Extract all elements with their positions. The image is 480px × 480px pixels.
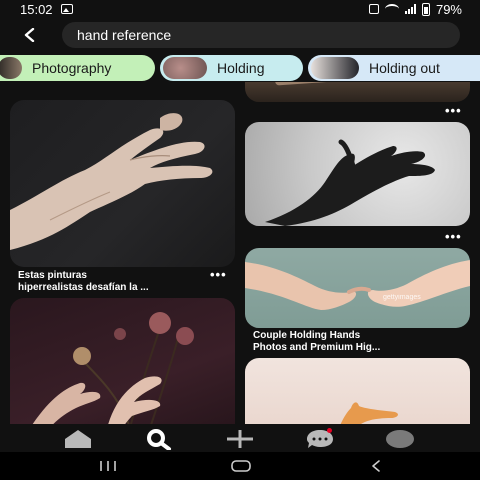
pin-more-button[interactable]: ••• — [445, 230, 462, 243]
pin-grid: ••• Estas pinturas hiperrealistas desafí… — [0, 82, 480, 424]
status-time: 15:02 — [20, 1, 53, 17]
battery-icon — [421, 2, 430, 16]
pin-title-line: Estas pinturas — [18, 270, 87, 281]
nav-home[interactable] — [62, 428, 94, 450]
recent-apps-icon — [100, 461, 116, 471]
pin-more-button[interactable]: ••• — [210, 268, 227, 281]
signal-icon — [404, 4, 416, 14]
screenshot-icon — [368, 4, 379, 14]
back-arrow-icon — [24, 27, 35, 43]
pin-image[interactable] — [10, 298, 235, 424]
chip-thumbnail — [0, 57, 22, 79]
status-right: 79% — [368, 1, 462, 17]
pin-image[interactable] — [10, 100, 235, 267]
pin-title-line: Photos and Premium Hig... — [253, 342, 381, 353]
nav-search[interactable] — [143, 428, 175, 450]
chip-thumbnail — [311, 57, 359, 79]
filter-chips: Photography Holding Holding out — [0, 55, 480, 81]
pin-more-button[interactable]: ••• — [445, 104, 462, 117]
pin-title-line: Couple Holding Hands — [253, 330, 361, 341]
home-icon — [65, 430, 91, 448]
home-button[interactable] — [229, 458, 253, 474]
pin-image[interactable] — [245, 122, 470, 226]
recent-apps-button[interactable] — [96, 458, 120, 474]
search-input[interactable]: hand reference — [62, 22, 460, 48]
hand-illustration — [340, 402, 398, 424]
back-chevron-icon — [372, 460, 380, 472]
hand-illustration — [265, 139, 435, 226]
system-nav-bar — [0, 452, 480, 480]
add-icon — [227, 430, 253, 448]
search-icon — [147, 429, 171, 450]
pin-title-line: hiperrealistas desafían la ... — [18, 282, 149, 293]
chip-label: Photography — [32, 60, 112, 76]
notification-dot — [327, 428, 332, 433]
chip-holding[interactable]: Holding — [160, 55, 303, 81]
pin-image[interactable] — [245, 82, 470, 102]
pin-title[interactable]: Couple Holding Hands Photos and Premium … — [253, 330, 380, 354]
watermark-text: gettyimages — [383, 294, 421, 301]
nav-profile[interactable] — [384, 428, 416, 450]
back-button[interactable] — [18, 22, 44, 48]
chip-label: Holding — [217, 60, 265, 76]
pin-title[interactable]: Estas pinturas hiperrealistas desafían l… — [18, 270, 149, 294]
search-header: hand reference — [0, 22, 480, 48]
status-left: 15:02 — [20, 2, 73, 17]
pin-image[interactable] — [245, 358, 470, 424]
nav-messages[interactable] — [304, 428, 336, 450]
nav-create[interactable] — [224, 428, 256, 450]
back-nav-button[interactable] — [364, 458, 388, 474]
chip-label: Holding out — [369, 60, 440, 76]
battery-percent: 79% — [435, 1, 462, 17]
wifi-icon — [384, 4, 399, 14]
home-circle-icon — [231, 460, 251, 472]
flowers-illustration — [32, 312, 194, 424]
hands-illustration — [245, 260, 470, 310]
chip-thumbnail — [163, 57, 207, 79]
bottom-nav — [0, 424, 480, 452]
gallery-notification-icon — [60, 4, 73, 14]
chip-holding-out[interactable]: Holding out — [308, 55, 480, 81]
hand-illustration — [10, 113, 213, 250]
status-bar: 15:02 79% — [0, 0, 480, 18]
profile-icon — [386, 430, 414, 448]
chip-photography[interactable]: Photography — [0, 55, 155, 81]
pin-image[interactable]: gettyimages — [245, 248, 470, 328]
